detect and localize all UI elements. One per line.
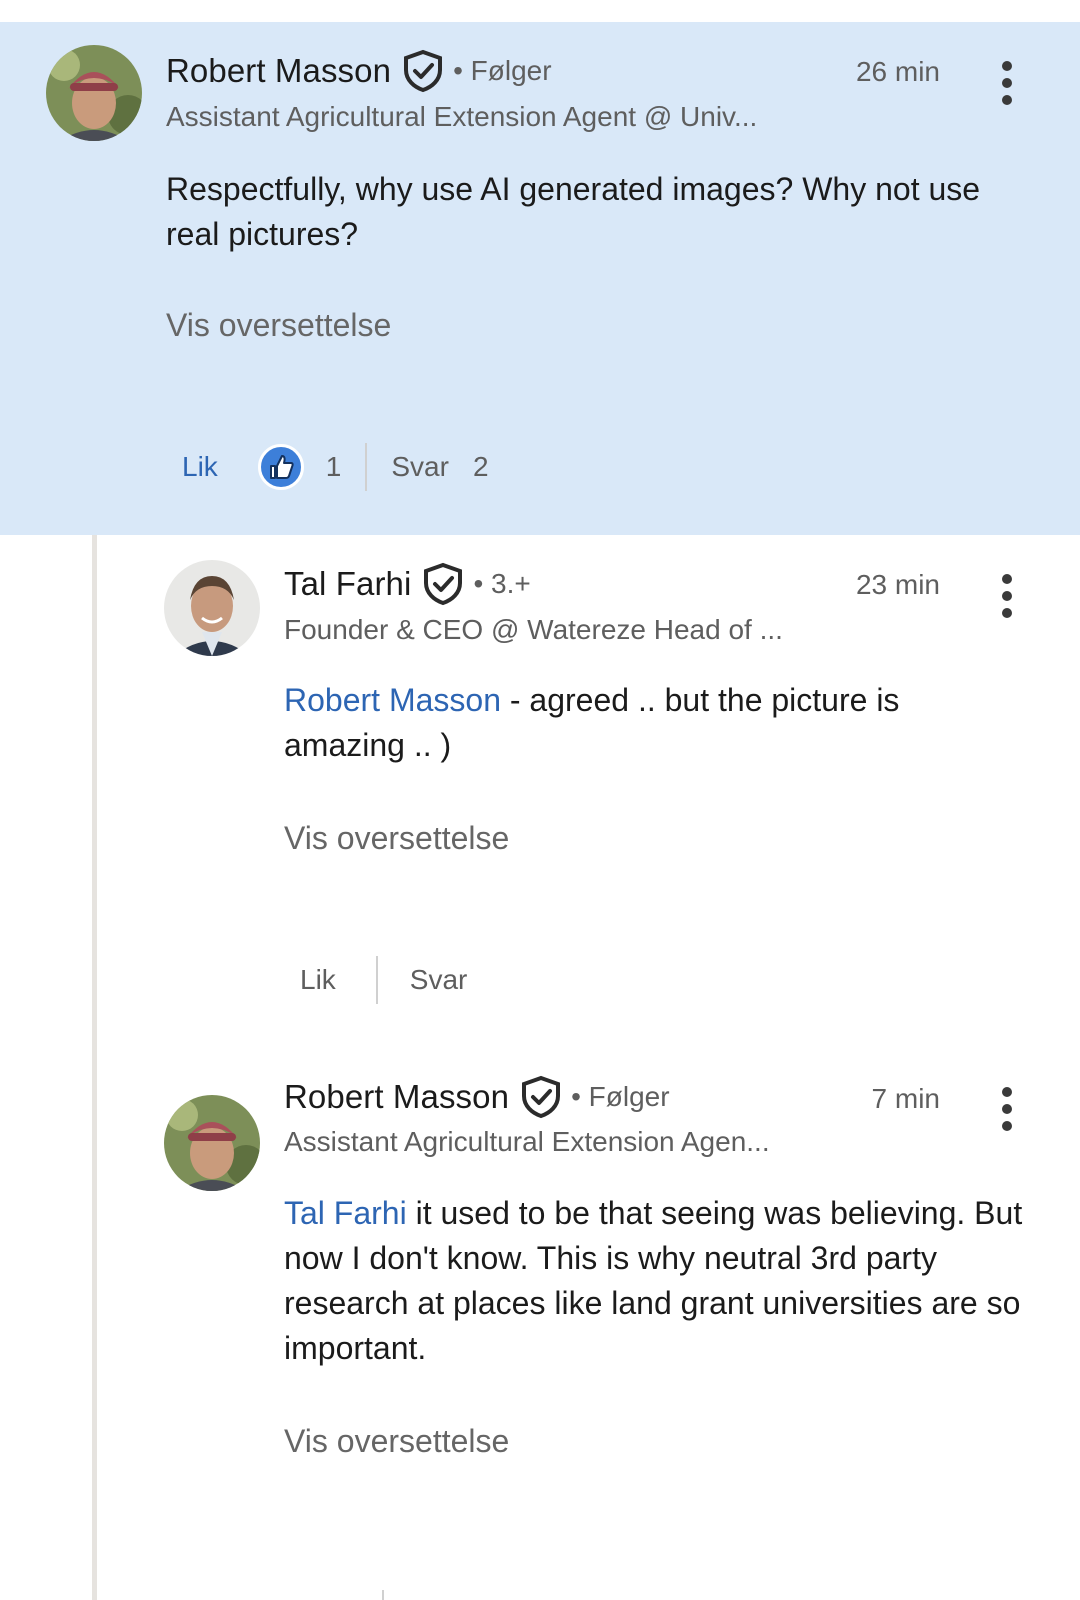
- timestamp: 7 min: [871, 1083, 940, 1114]
- like-button[interactable]: Lik: [182, 451, 218, 483]
- mention-link[interactable]: Robert Masson: [284, 682, 501, 718]
- avatar[interactable]: [46, 45, 142, 141]
- action-divider: [365, 443, 368, 491]
- timestamp: 26 min: [855, 56, 940, 87]
- like-count: 1: [325, 451, 342, 482]
- timestamp: 23 min: [855, 569, 940, 600]
- comment-reply: Tal Farhi • 3.+ 23 min Founder & CEO @ W…: [0, 535, 1080, 1055]
- author-name[interactable]: Robert Masson: [166, 52, 391, 90]
- comment-text: Robert Masson - agreed .. but the pictur…: [284, 678, 1024, 768]
- more-vertical-icon[interactable]: [1000, 61, 1014, 105]
- action-divider: [382, 1590, 384, 1600]
- mention-link[interactable]: Tal Farhi: [284, 1195, 407, 1231]
- more-vertical-icon[interactable]: [1000, 1087, 1014, 1131]
- thumbs-up-icon: [257, 444, 304, 490]
- comment-reply: Robert Masson • Følger 7 min Assistant A…: [0, 1055, 1080, 1600]
- connection-degree: • Følger: [571, 1081, 670, 1112]
- comment-body: Respectfully, why use AI generated image…: [166, 171, 981, 252]
- avatar[interactable]: [164, 560, 260, 656]
- show-translation-link[interactable]: Vis oversettelse: [284, 820, 509, 857]
- verified-shield-icon: [522, 1075, 561, 1119]
- connection-degree: • 3.+: [473, 568, 531, 599]
- reply-button[interactable]: Svar: [410, 964, 468, 996]
- show-translation-link[interactable]: Vis oversettelse: [166, 307, 391, 344]
- author-name[interactable]: Robert Masson: [284, 1078, 509, 1116]
- comment: Robert Masson • Følger 26 min Assistant …: [0, 22, 1080, 535]
- verified-shield-icon: [424, 562, 463, 606]
- author-headline: Founder & CEO @ Watereze Head of ...: [284, 614, 783, 645]
- connection-degree: • Følger: [453, 55, 552, 86]
- like-button[interactable]: Lik: [300, 964, 336, 996]
- comment-text: Respectfully, why use AI generated image…: [166, 167, 1026, 257]
- show-translation-link[interactable]: Vis oversettelse: [284, 1423, 509, 1460]
- avatar[interactable]: [164, 1095, 260, 1191]
- comment-text: Tal Farhi it used to be that seeing was …: [284, 1191, 1029, 1371]
- more-vertical-icon[interactable]: [1000, 574, 1014, 618]
- action-divider: [375, 956, 378, 1004]
- author-headline: Assistant Agricultural Extension Agent @…: [166, 101, 758, 132]
- verified-shield-icon: [404, 49, 443, 93]
- reply-count: 2: [472, 451, 489, 482]
- author-name[interactable]: Tal Farhi: [284, 565, 411, 603]
- reply-button[interactable]: Svar: [391, 451, 449, 483]
- author-headline: Assistant Agricultural Extension Agen...: [284, 1126, 770, 1157]
